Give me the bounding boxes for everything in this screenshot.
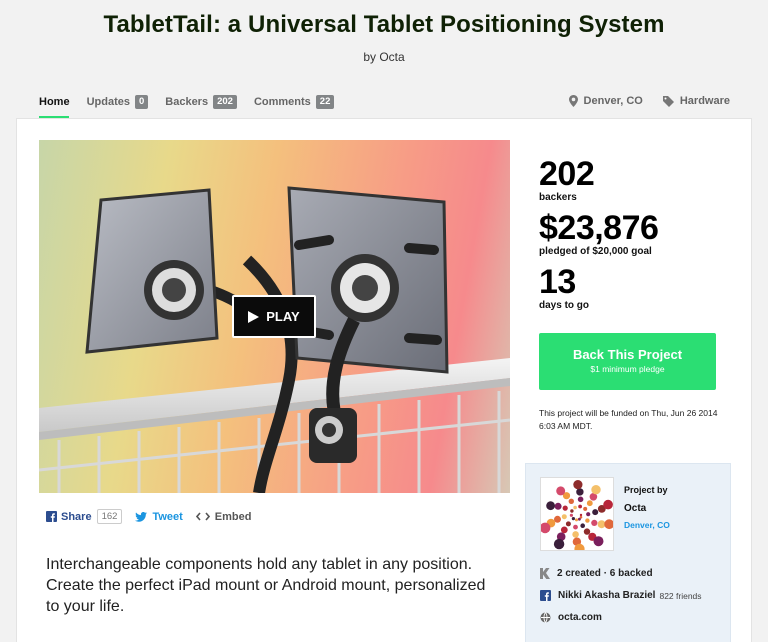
backers-label: backers	[539, 192, 577, 203]
avatar-dot	[585, 518, 590, 523]
avatar-dot	[578, 517, 581, 521]
facebook-share-count: 162	[96, 509, 123, 524]
avatar-dot	[591, 519, 598, 526]
avatar-dot	[586, 512, 591, 517]
comments-count-badge: 22	[315, 95, 335, 109]
embed-button[interactable]: Embed	[195, 510, 252, 523]
friends-count: 822 friends	[659, 590, 702, 601]
facebook-icon	[540, 590, 551, 601]
avatar-dot	[578, 504, 582, 509]
embed-label: Embed	[214, 510, 252, 523]
avatar-dot	[560, 526, 568, 534]
updates-count-badge: 0	[134, 95, 149, 109]
website-label: octa.com	[558, 612, 602, 623]
avatar-dot	[568, 498, 574, 504]
play-button[interactable]: PLAY	[232, 295, 316, 338]
tab-backers[interactable]: Backers 202	[165, 95, 237, 109]
avatar-dot	[592, 509, 599, 516]
avatar-dot	[576, 488, 584, 496]
facebook-share-label: Share	[61, 510, 92, 523]
avatar-dot	[571, 517, 575, 521]
back-project-button[interactable]: Back This Project $1 minimum pledge	[539, 333, 716, 390]
pledged-goal-label: pledged of $20,000 goal	[539, 246, 652, 257]
funding-note: This project will be funded on Thu, Jun …	[539, 408, 718, 431]
project-blurb: Interchangeable components hold any tabl…	[46, 556, 486, 615]
avatar-dot	[554, 502, 562, 510]
minimum-pledge-label: $1 minimum pledge	[590, 364, 665, 374]
avatar-dot	[562, 505, 568, 511]
facebook-name: Nikki Akasha Braziel	[558, 590, 656, 601]
play-label: PLAY	[266, 309, 300, 324]
avatar-dot	[569, 513, 573, 517]
tag-icon	[662, 95, 674, 107]
twitter-icon	[135, 511, 148, 522]
creator-location[interactable]: Denver, CO	[624, 520, 670, 530]
facebook-icon	[46, 511, 57, 522]
project-nav: Home Updates 0 Backers 202 Comments 22	[39, 95, 351, 109]
backers-count-badge: 202	[213, 95, 237, 109]
creator-website[interactable]: octa.com	[540, 612, 602, 623]
back-project-label: Back This Project	[572, 347, 683, 362]
facebook-share-button[interactable]: Share 162	[46, 509, 123, 524]
days-left-label: days to go	[539, 300, 590, 311]
tab-comments-label: Comments	[253, 96, 311, 108]
created-backed-label: 2 created · 6 backed	[557, 568, 653, 579]
location-label: Denver, CO	[583, 95, 643, 107]
embed-icon	[195, 512, 210, 521]
tweet-label: Tweet	[152, 510, 183, 523]
days-left-count: 13	[539, 263, 576, 301]
avatar-dot	[570, 509, 574, 513]
avatar-dot	[586, 500, 593, 507]
location-link[interactable]: Denver, CO	[568, 95, 643, 107]
project-by-label: Project by	[624, 485, 668, 495]
avatar-dot	[583, 528, 591, 535]
avatar-dot	[573, 480, 583, 490]
avatar-dot	[591, 485, 601, 495]
project-stats: 202 backers $23,876 pledged of $20,000 g…	[539, 156, 729, 312]
category-link[interactable]: Hardware	[662, 95, 730, 107]
avatar-dot	[593, 536, 604, 547]
project-meta: Denver, CO Hardware	[549, 95, 730, 107]
globe-icon	[540, 612, 551, 623]
location-pin-icon	[568, 95, 578, 107]
creator-link[interactable]: by Octa	[363, 50, 404, 64]
project-byline: by Octa	[0, 50, 768, 64]
creator-info: Project by Octa Denver, CO	[624, 485, 670, 530]
avatar-dot	[577, 496, 584, 503]
avatar-dot	[572, 531, 579, 538]
creator-name[interactable]: Octa	[624, 503, 670, 514]
tab-comments[interactable]: Comments 22	[253, 95, 335, 109]
tab-home[interactable]: Home	[39, 96, 70, 108]
avatar-dot	[603, 499, 613, 510]
avatar-dot	[561, 514, 567, 520]
creator-history[interactable]: 2 created · 6 backed	[540, 568, 653, 579]
tweet-button[interactable]: Tweet	[135, 510, 183, 523]
creator-avatar[interactable]	[540, 477, 614, 551]
category-label: Hardware	[679, 95, 730, 107]
project-title: TabletTail: a Universal Tablet Positioni…	[103, 11, 665, 38]
avatar-image	[541, 480, 613, 550]
tab-backers-label: Backers	[165, 96, 209, 108]
avatar-dot	[583, 506, 588, 511]
avatar-dot	[579, 513, 583, 517]
share-bar: Share 162 Tweet Embed	[46, 509, 264, 524]
tab-updates[interactable]: Updates 0	[87, 95, 149, 109]
tab-home-label: Home	[39, 96, 70, 108]
tab-updates-label: Updates	[86, 96, 130, 108]
avatar-dot	[546, 501, 555, 511]
avatar-dot	[565, 521, 571, 527]
avatar-dot	[604, 519, 613, 530]
avatar-dot	[553, 538, 565, 550]
avatar-dot	[575, 518, 578, 522]
avatar-dot	[556, 486, 566, 496]
kickstarter-k-icon	[540, 568, 550, 579]
play-icon	[248, 310, 260, 323]
avatar-dot	[573, 524, 578, 530]
creator-facebook[interactable]: Nikki Akasha Braziel 822 friends	[540, 590, 702, 601]
pledged-amount: $23,876	[539, 209, 659, 247]
avatar-dot	[580, 523, 585, 528]
backers-count: 202	[539, 155, 595, 193]
creator-box: Project by Octa Denver, CO 2 created · 6…	[525, 463, 731, 642]
avatar-dot	[573, 505, 577, 510]
